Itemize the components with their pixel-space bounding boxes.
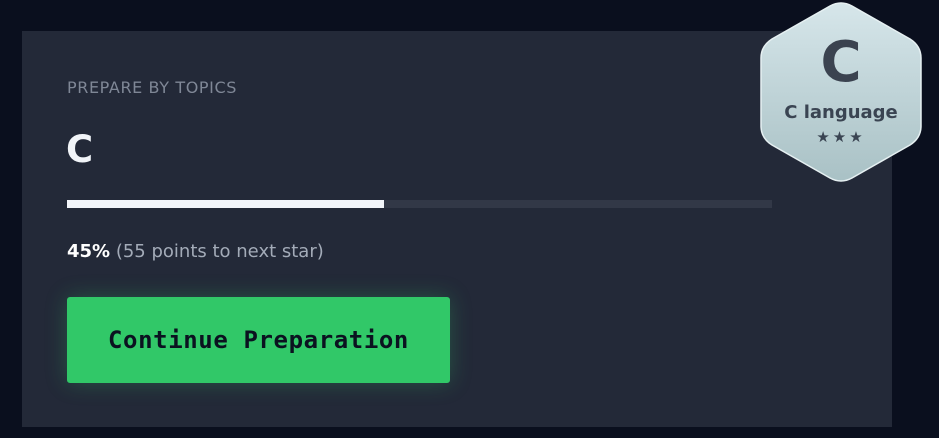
- progress-detail: (55 points to next star): [115, 241, 324, 262]
- continue-preparation-button[interactable]: Continue Preparation: [67, 297, 450, 383]
- badge-label: C language: [784, 102, 898, 123]
- c-language-badge: C C language ★★★: [758, 0, 924, 184]
- progress-text: 45% (55 points to next star): [67, 241, 324, 262]
- section-eyebrow: PREPARE BY TOPICS: [67, 78, 237, 97]
- progress-bar: [67, 200, 772, 208]
- progress-percent: 45%: [67, 241, 111, 262]
- badge-stars-icon: ★★★: [816, 128, 866, 146]
- progress-bar-fill: [67, 200, 385, 208]
- topic-title: C: [66, 128, 94, 171]
- badge-letter: C: [820, 30, 862, 95]
